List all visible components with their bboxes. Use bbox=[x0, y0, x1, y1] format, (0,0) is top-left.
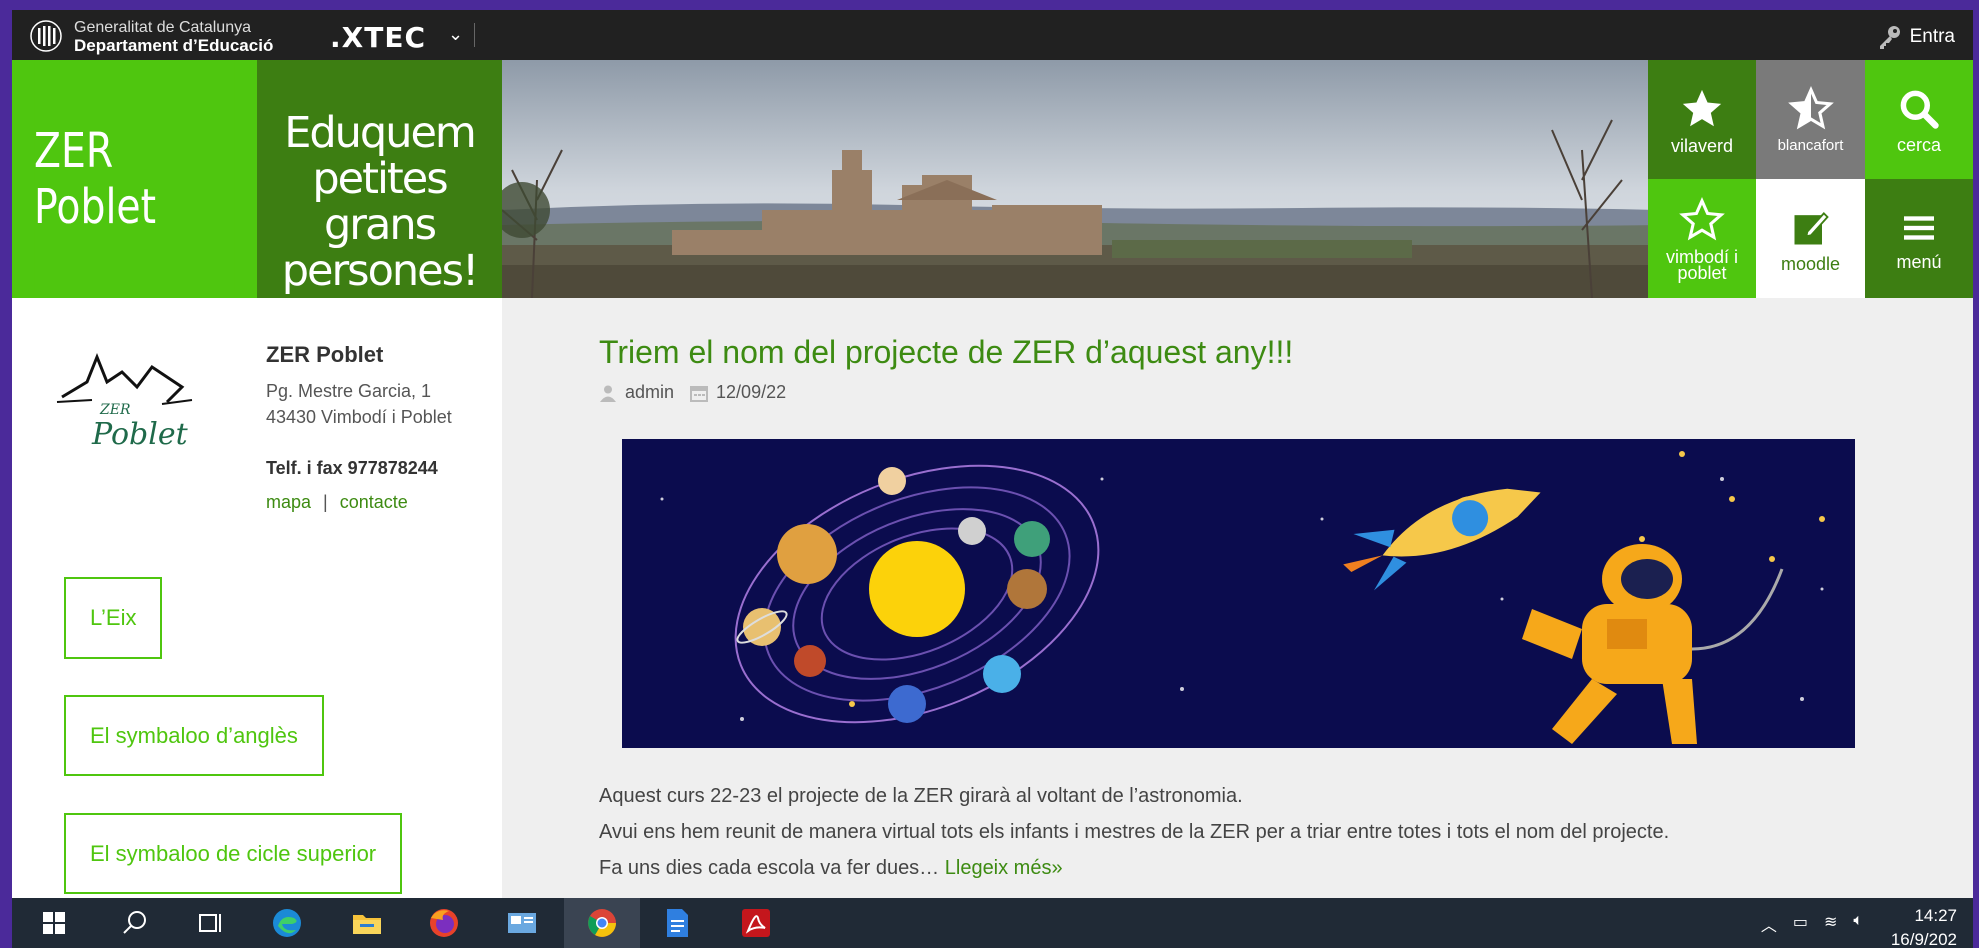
school-logo-image[interactable]: ZER Poblet bbox=[52, 342, 202, 462]
star-outline-icon bbox=[1679, 196, 1725, 240]
volume-icon[interactable]: 🔈︎ bbox=[1853, 912, 1863, 936]
tile-moodle[interactable]: moodle bbox=[1756, 179, 1865, 298]
menu-icon bbox=[1904, 215, 1934, 240]
chevron-down-icon[interactable]: ⌄ bbox=[448, 24, 463, 45]
school-address: Pg. Mestre Garcia, 1 43430 Vimbodí i Pob… bbox=[266, 381, 452, 427]
slogan: Eduquem petites grans persones! bbox=[281, 108, 480, 296]
read-more-link[interactable]: Llegeix més» bbox=[945, 857, 1063, 879]
slogan-block: Eduquem petites grans persones! bbox=[257, 60, 502, 298]
tile-menu[interactable]: menú bbox=[1865, 179, 1973, 298]
pdf-reader-icon[interactable] bbox=[739, 906, 773, 940]
site-name: ZER Poblet bbox=[34, 60, 235, 298]
tile-label: moodle bbox=[1780, 253, 1841, 274]
excerpt-line: Fa uns dies cada escola va fer dues… Lle… bbox=[599, 850, 1669, 886]
leix-button[interactable]: L’Eix bbox=[64, 577, 163, 659]
post-author[interactable]: admin bbox=[625, 382, 674, 403]
login-link[interactable]: Entra bbox=[1876, 24, 1955, 50]
gov-line2: Departament d’Educació bbox=[74, 36, 274, 55]
windows-start-icon[interactable] bbox=[37, 906, 71, 940]
school-logo-label-2: Poblet bbox=[91, 417, 189, 452]
tile-label: blancafort bbox=[1777, 136, 1844, 154]
edit-icon bbox=[1794, 211, 1829, 244]
search-icon bbox=[1900, 90, 1939, 129]
tile-label: vimbodí i poblet bbox=[1665, 246, 1739, 283]
tile-vilaverd[interactable]: vilaverd bbox=[1648, 60, 1756, 179]
tile-label: cerca bbox=[1896, 134, 1941, 155]
post-date: 12/09/22 bbox=[716, 382, 787, 402]
login-label: Entra bbox=[1909, 26, 1955, 47]
school-phone: Telf. i fax 977878244 bbox=[266, 458, 438, 478]
windows-taskbar: ︿ ▭ ≋ 🔈︎ 14:27 16/9/202 bbox=[12, 898, 1973, 948]
clock-time: 14:27 bbox=[1914, 906, 1957, 925]
link-separator: | bbox=[323, 492, 328, 512]
map-link[interactable]: mapa bbox=[266, 492, 311, 512]
wifi-icon[interactable]: ≋ bbox=[1824, 912, 1837, 936]
task-view-icon[interactable] bbox=[194, 906, 228, 940]
tile-label: vilaverd bbox=[1670, 135, 1734, 156]
edge-icon[interactable] bbox=[270, 906, 304, 940]
school-name: ZER Poblet bbox=[266, 342, 384, 367]
main-content: Triem el nom del projecte de ZER d’aques… bbox=[502, 298, 1973, 898]
star-filled-icon bbox=[1682, 89, 1722, 126]
tile-vimbodi[interactable]: vimbodí i poblet bbox=[1648, 179, 1756, 298]
divider bbox=[474, 23, 475, 47]
firefox-icon[interactable] bbox=[427, 906, 461, 940]
xtec-logo[interactable]: .XTEC bbox=[330, 21, 426, 54]
generalitat-logo-icon[interactable] bbox=[30, 20, 62, 52]
excerpt-line: Aquest curs 22-23 el projecte de la ZER … bbox=[599, 785, 1243, 807]
battery-icon[interactable]: ▭ bbox=[1793, 912, 1808, 936]
document-icon[interactable] bbox=[660, 906, 694, 940]
post-excerpt: Aquest curs 22-23 el projecte de la ZER … bbox=[599, 778, 1669, 886]
sidebar: ZER Poblet ZER Poblet Pg. Mestre Garcia,… bbox=[12, 298, 502, 898]
brand-block[interactable]: ZER Poblet bbox=[12, 60, 257, 298]
contact-links: mapa | contacte bbox=[266, 492, 408, 513]
site-header: ZER Poblet Eduquem petites grans persone… bbox=[12, 60, 1973, 298]
chrome-icon[interactable] bbox=[585, 906, 619, 940]
symbaloo-angles-button[interactable]: El symbaloo d’anglès bbox=[64, 695, 324, 776]
user-icon bbox=[600, 385, 616, 402]
post-meta: admin 12/09/22 bbox=[599, 382, 786, 403]
contact-link[interactable]: contacte bbox=[340, 492, 408, 512]
tile-label: menú bbox=[1896, 251, 1942, 272]
key-icon bbox=[1879, 26, 1900, 49]
file-explorer-icon[interactable] bbox=[350, 906, 384, 940]
xtec-topbar: Generalitat de Catalunya Departament d’E… bbox=[12, 10, 1973, 60]
system-clock[interactable]: 14:27 16/9/202 bbox=[1891, 904, 1957, 948]
school-logo-label-1: ZER bbox=[99, 402, 131, 418]
clock-date: 16/9/202 bbox=[1890, 930, 1957, 948]
system-tray: ︿ ▭ ≋ 🔈︎ bbox=[1761, 912, 1863, 936]
tile-search[interactable]: cerca bbox=[1865, 60, 1973, 179]
space-illustration-image[interactable] bbox=[622, 439, 1855, 748]
excerpt-line: Avui ens hem reunit de manera virtual to… bbox=[599, 821, 1670, 843]
tile-blancafort[interactable]: blancafort bbox=[1756, 60, 1865, 179]
monastery-banner-image bbox=[502, 60, 1659, 298]
chevron-up-icon[interactable]: ︿ bbox=[1761, 912, 1777, 936]
generalitat-label[interactable]: Generalitat de Catalunya Departament d’E… bbox=[74, 19, 273, 55]
search-icon[interactable] bbox=[118, 906, 152, 940]
gov-line1: Generalitat de Catalunya bbox=[74, 19, 251, 36]
symbaloo-cicle-superior-button[interactable]: El symbaloo de cicle superior bbox=[64, 813, 403, 894]
mail-icon[interactable] bbox=[505, 906, 539, 940]
quick-links-grid: vilaverd blancafort cerca vimbodí i pobl… bbox=[1648, 60, 1973, 298]
browser-page: Generalitat de Catalunya Departament d’E… bbox=[12, 10, 1973, 948]
star-half-icon bbox=[1787, 85, 1834, 129]
calendar-icon bbox=[690, 385, 709, 402]
excerpt-text: Fa uns dies cada escola va fer dues… bbox=[599, 857, 940, 879]
post-title[interactable]: Triem el nom del projecte de ZER d’aques… bbox=[599, 334, 1293, 371]
